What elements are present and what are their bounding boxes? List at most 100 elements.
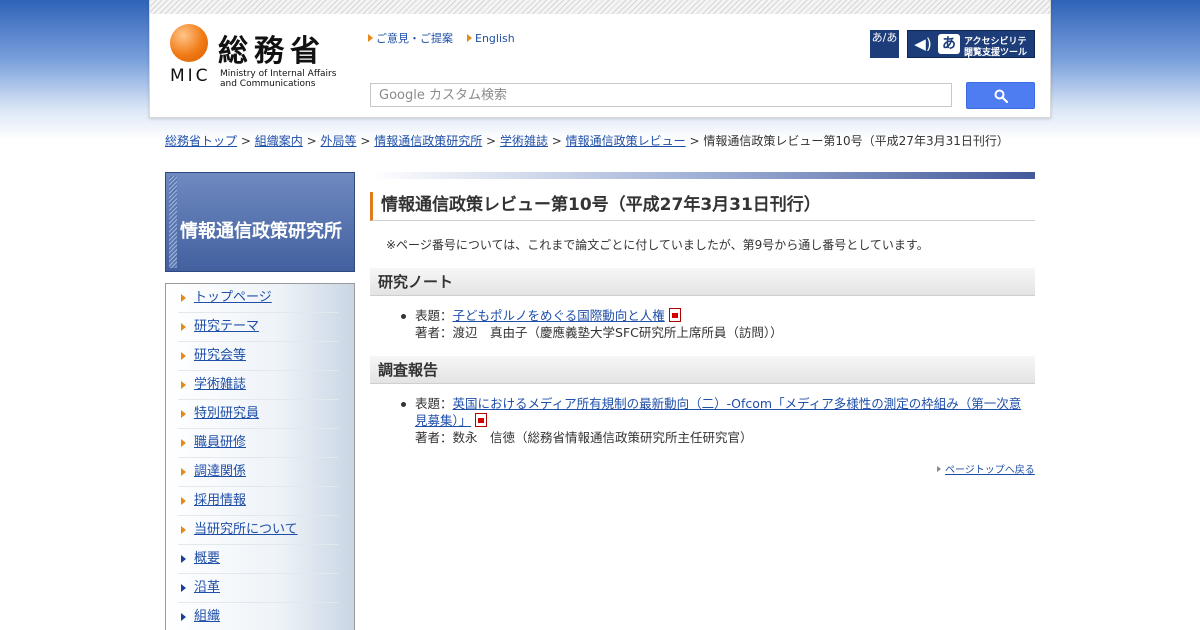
logo-english-line1: Ministry of Internal Affairs xyxy=(220,69,337,79)
sidebar-item-label[interactable]: 組織 xyxy=(194,603,220,630)
breadcrumb-separator: > xyxy=(551,134,562,148)
arrow-right-icon xyxy=(181,352,186,360)
sidebar-item-journals[interactable]: 学術雑誌 xyxy=(178,371,338,400)
sidebar-item-label[interactable]: 沿革 xyxy=(194,574,220,602)
arrow-right-icon xyxy=(181,381,186,389)
sidebar-item-label[interactable]: 特別研究員 xyxy=(194,400,259,428)
sidebar-item-study-groups[interactable]: 研究会等 xyxy=(178,342,338,371)
breadcrumb-current: 情報通信政策レビュー第10号（平成27年3月31日刊行） xyxy=(703,134,1009,148)
title-label: 表題： xyxy=(415,308,453,323)
breadcrumb-link-policy-review[interactable]: 情報通信政策レビュー xyxy=(566,134,686,148)
arrow-right-icon xyxy=(181,294,186,302)
section-heading-survey-reports: 調査報告 xyxy=(370,356,1035,384)
sidebar-item-procurement[interactable]: 調達関係 xyxy=(178,458,338,487)
arrow-right-icon xyxy=(181,497,186,505)
sidebar-item-label[interactable]: 調達関係 xyxy=(194,458,246,486)
sidebar-title-stripe xyxy=(169,176,177,268)
arrow-right-icon xyxy=(181,439,186,447)
breadcrumb-link-organization[interactable]: 組織案内 xyxy=(255,134,303,148)
header-stripe xyxy=(150,0,1050,14)
logo-abbr: MIC xyxy=(170,66,211,86)
search-icon xyxy=(994,89,1008,103)
paper-link[interactable]: 子どもポルノをめぐる国際動向と人権 xyxy=(453,308,665,323)
header-link-english[interactable]: English xyxy=(475,32,515,45)
page-top-link-container: ページトップへ戻る xyxy=(937,461,1035,476)
author-label: 著者： xyxy=(415,430,453,445)
sidebar-item-label[interactable]: 概要 xyxy=(194,545,220,573)
author-name: 数永 信徳（総務省情報通信政策研究所主任研究官） xyxy=(452,430,753,445)
breadcrumb-link-external-bureaus[interactable]: 外局等 xyxy=(320,134,356,148)
font-size-icon[interactable]: あ/あ xyxy=(870,30,899,58)
logo-english-line2: and Communications xyxy=(220,79,316,89)
page-top-link[interactable]: ページトップへ戻る xyxy=(945,465,1035,476)
sidebar-item-special-researchers[interactable]: 特別研究員 xyxy=(178,400,338,429)
title-label: 表題： xyxy=(415,396,453,411)
breadcrumb-separator: > xyxy=(486,134,497,148)
sidebar-item-about[interactable]: 当研究所について xyxy=(178,516,338,545)
font-size-icon-text: あ/あ xyxy=(871,31,898,44)
header-link-feedback[interactable]: ご意見・ご提案 xyxy=(376,32,453,45)
page-title: 情報通信政策レビュー第10号（平成27年3月31日刊行） xyxy=(370,192,1035,221)
a11y-tool-line2: 閲覧支援ツール xyxy=(964,48,1028,58)
author-label: 著者： xyxy=(415,325,453,340)
breadcrumb-separator: > xyxy=(306,134,317,148)
sidebar-title: 情報通信政策研究所 xyxy=(180,221,342,242)
arrow-right-icon xyxy=(937,466,941,472)
entry-title-row: 表題：英国におけるメディア所有規制の最新動向（二）-Ofcom「メディア多様性の… xyxy=(415,395,1025,429)
arrow-right-icon xyxy=(181,526,186,534)
pdf-icon xyxy=(475,413,488,427)
breadcrumb-link-research-institute[interactable]: 情報通信政策研究所 xyxy=(374,134,482,148)
breadcrumb-link-journals[interactable]: 学術雑誌 xyxy=(500,134,548,148)
breadcrumb-separator: > xyxy=(360,134,371,148)
arrow-right-icon xyxy=(467,34,472,42)
sidebar-item-overview[interactable]: 概要 xyxy=(178,545,338,574)
sidebar-item-label[interactable]: 職員研修 xyxy=(194,429,246,457)
arrow-right-icon xyxy=(181,584,186,592)
sidebar-item-label[interactable]: 採用情報 xyxy=(194,487,246,515)
sidebar-item-organization[interactable]: 組織 xyxy=(178,603,338,630)
logo-kanji: 総務省 xyxy=(218,34,326,69)
pdf-icon xyxy=(668,308,681,322)
breadcrumb: 総務省トップ > 組織案内 > 外局等 > 情報通信政策研究所 > 学術雑誌 >… xyxy=(165,133,1025,150)
mic-logo[interactable]: MIC 総務省 Ministry of Internal Affairs and… xyxy=(170,24,352,90)
arrow-right-icon xyxy=(368,34,373,42)
arrow-right-icon xyxy=(181,555,186,563)
sidebar-item-history[interactable]: 沿革 xyxy=(178,574,338,603)
sidebar-menu: トップページ 研究テーマ 研究会等 学術雑誌 特別研究員 職員研修 調達関係 採… xyxy=(165,283,355,630)
arrow-right-icon xyxy=(181,613,186,621)
entry-title-row: 表題：子どもポルノをめぐる国際動向と人権 xyxy=(415,307,1025,324)
breadcrumb-separator: > xyxy=(240,134,251,148)
search-button[interactable] xyxy=(966,82,1035,109)
speaker-icon: ◀) xyxy=(914,35,932,53)
letter-a-icon: あ xyxy=(938,34,960,54)
list-item: 表題：英国におけるメディア所有規制の最新動向（二）-Ofcom「メディア多様性の… xyxy=(401,395,1025,446)
sidebar-item-label[interactable]: 研究会等 xyxy=(194,342,246,370)
sidebar-item-label[interactable]: 研究テーマ xyxy=(194,313,259,341)
arrow-right-icon xyxy=(181,410,186,418)
paper-link[interactable]: 英国におけるメディア所有規制の最新動向（二）-Ofcom「メディア多様性の測定の… xyxy=(415,396,1021,428)
arrow-right-icon xyxy=(181,323,186,331)
sidebar-item-research-themes[interactable]: 研究テーマ xyxy=(178,313,338,342)
accessibility-tool-button[interactable]: ◀) あ アクセシビリティ 閲覧支援ツール xyxy=(907,30,1035,60)
sidebar-item-label[interactable]: 学術雑誌 xyxy=(194,371,246,399)
sidebar-item-label[interactable]: トップページ xyxy=(194,284,272,312)
sidebar-item-recruitment[interactable]: 採用情報 xyxy=(178,487,338,516)
author-name: 渡辺 真由子（慶應義塾大学SFC研究所上席所員（訪問）） xyxy=(452,325,783,340)
section-heading-research-notes: 研究ノート xyxy=(370,268,1035,296)
breadcrumb-separator: > xyxy=(689,134,700,148)
entry-author-row: 著者：渡辺 真由子（慶應義塾大学SFC研究所上席所員（訪問）） xyxy=(415,324,1025,341)
logo-english: Ministry of Internal Affairs and Communi… xyxy=(220,69,360,89)
title-gradient-bar xyxy=(370,172,1035,179)
bullet-icon xyxy=(401,314,406,319)
list-item: 表題：子どもポルノをめぐる国際動向と人権 著者：渡辺 真由子（慶應義塾大学SFC… xyxy=(401,307,1025,341)
header-links: ご意見・ご提案 English xyxy=(368,30,529,46)
entry-author-row: 著者：数永 信徳（総務省情報通信政策研究所主任研究官） xyxy=(415,429,1025,446)
sidebar-item-label[interactable]: 当研究所について xyxy=(194,516,298,544)
bullet-icon xyxy=(401,402,406,407)
sidebar-item-top-page[interactable]: トップページ xyxy=(178,284,338,313)
search-input[interactable] xyxy=(370,83,952,107)
sidebar-item-staff-training[interactable]: 職員研修 xyxy=(178,429,338,458)
arrow-right-icon xyxy=(181,468,186,476)
breadcrumb-link-mic-top[interactable]: 総務省トップ xyxy=(165,134,237,148)
sidebar-title-panel: 情報通信政策研究所 xyxy=(165,172,355,272)
